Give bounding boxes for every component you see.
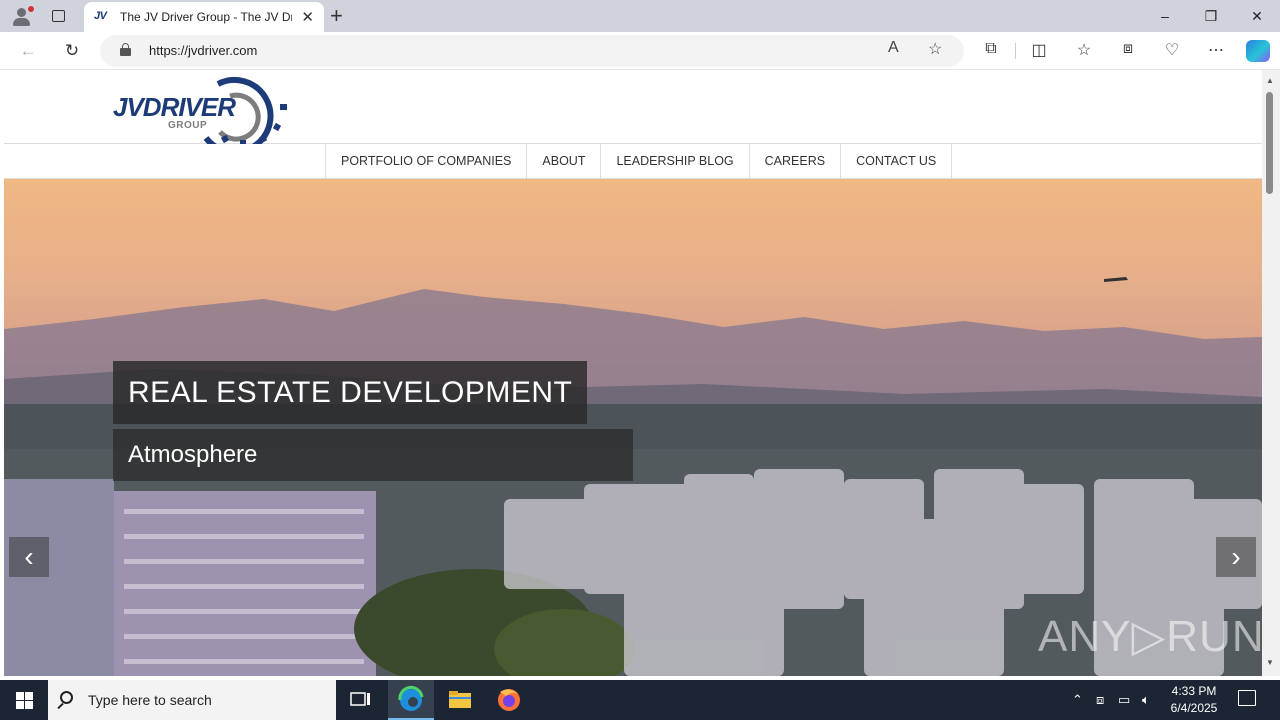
clock-date: 6/4/2025 xyxy=(1170,701,1218,715)
network-icon[interactable]: ▭ xyxy=(1118,680,1130,720)
windows-start-icon[interactable] xyxy=(0,680,48,720)
new-tab-button[interactable]: + xyxy=(330,2,343,30)
site-header: JVDRIVER GROUP xyxy=(4,70,1262,144)
copilot-icon[interactable] xyxy=(1246,40,1270,62)
menu-item-portfolio[interactable]: PORTFOLIO OF COMPANIES xyxy=(326,144,528,179)
hero-slider: REAL ESTATE DEVELOPMENT Atmosphere ‹ › A… xyxy=(4,179,1262,676)
browser-essentials-icon[interactable]: ♡ xyxy=(1160,40,1184,62)
lock-icon[interactable] xyxy=(120,43,131,56)
page-viewport: JVDRIVER GROUP PORTFOLIO OF COMPANIES AB… xyxy=(4,70,1262,676)
url-text[interactable]: https://jvdriver.com xyxy=(149,43,257,58)
volume-icon[interactable]: 🔈︎ xyxy=(1142,680,1150,720)
minimize-button[interactable]: – xyxy=(1142,0,1188,32)
address-bar[interactable]: https://jvdriver.com A ☆ xyxy=(100,35,964,67)
site-favicon-icon: JV xyxy=(94,10,107,22)
menu-item-about[interactable]: ABOUT xyxy=(527,144,602,179)
scroll-up-icon[interactable]: ▲ xyxy=(1266,76,1274,85)
close-window-button[interactable]: ✕ xyxy=(1234,0,1280,32)
site-logo[interactable]: JVDRIVER GROUP xyxy=(110,70,300,144)
taskbar-search-box[interactable]: Type here to search xyxy=(48,680,336,720)
slider-prev-button[interactable]: ‹ xyxy=(9,537,49,577)
logo-subtitle: GROUP xyxy=(168,120,208,131)
tab-title: The JV Driver Group - The JV Driver Grou… xyxy=(120,10,292,24)
menu-item-careers[interactable]: CAREERS xyxy=(750,144,842,179)
logo-wordmark: JVDRIVER xyxy=(113,92,236,122)
browser-tab-active[interactable]: JV The JV Driver Group - The JV Driver G… xyxy=(84,2,324,32)
file-explorer-icon[interactable] xyxy=(437,680,483,720)
firefox-icon[interactable] xyxy=(486,680,532,720)
anyrun-watermark: ANY▷RUN xyxy=(1038,612,1262,661)
task-view-icon[interactable] xyxy=(337,680,383,720)
scroll-down-icon[interactable]: ▼ xyxy=(1266,658,1274,667)
hero-city-image xyxy=(4,277,1262,676)
menu-item-leadership-blog[interactable]: LEADERSHIP BLOG xyxy=(601,144,750,179)
favorites-icon[interactable]: ☆ xyxy=(1072,40,1096,62)
browser-toolbar: ← ↻ https://jvdriver.com A ☆ ⧉ ◫ ☆ ⧈ ♡ ⋯ xyxy=(0,32,1280,70)
slider-next-button[interactable]: › xyxy=(1216,537,1256,577)
taskbar-search-placeholder: Type here to search xyxy=(88,692,212,708)
more-options-icon[interactable]: ⋯ xyxy=(1204,40,1228,62)
tab-close-icon[interactable]: ✕ xyxy=(301,8,314,26)
extensions-icon[interactable]: ⧉ xyxy=(979,40,1003,62)
windows-taskbar: Type here to search ⌃ ⧈ ▭ 🔈︎ 4:33 PM 6/4… xyxy=(0,680,1280,720)
favorite-star-icon[interactable]: ☆ xyxy=(928,39,942,59)
read-aloud-icon[interactable]: A xyxy=(888,39,899,57)
back-icon[interactable]: ← xyxy=(15,38,41,64)
toolbar-divider xyxy=(1015,43,1016,59)
hero-subtitle: Atmosphere xyxy=(113,429,633,481)
clock-time: 4:33 PM xyxy=(1171,684,1217,698)
notification-icon[interactable] xyxy=(1238,690,1256,706)
collections-icon[interactable]: ⧈ xyxy=(1116,40,1140,62)
main-menu: PORTFOLIO OF COMPANIES ABOUT LEADERSHIP … xyxy=(4,144,1262,179)
edge-taskbar-icon[interactable] xyxy=(388,680,434,720)
split-screen-icon[interactable]: ◫ xyxy=(1027,40,1051,62)
taskbar-clock[interactable]: 4:33 PM 6/4/2025 xyxy=(1168,683,1220,717)
scrollbar-thumb[interactable] xyxy=(1266,92,1273,194)
tray-chevron-icon[interactable]: ⌃ xyxy=(1072,680,1083,720)
menu-item-contact[interactable]: CONTACT US xyxy=(841,144,953,179)
profile-icon[interactable] xyxy=(8,4,36,28)
page-scrollbar[interactable]: ▲ ▼ xyxy=(1262,70,1280,676)
hero-title: REAL ESTATE DEVELOPMENT xyxy=(113,361,588,424)
tray-device-icon[interactable]: ⧈ xyxy=(1096,680,1104,720)
browser-tabstrip: JV The JV Driver Group - The JV Driver G… xyxy=(0,0,1280,32)
tab-actions-icon[interactable] xyxy=(48,6,70,26)
restore-button[interactable]: ❐ xyxy=(1188,0,1234,32)
refresh-icon[interactable]: ↻ xyxy=(59,38,85,64)
